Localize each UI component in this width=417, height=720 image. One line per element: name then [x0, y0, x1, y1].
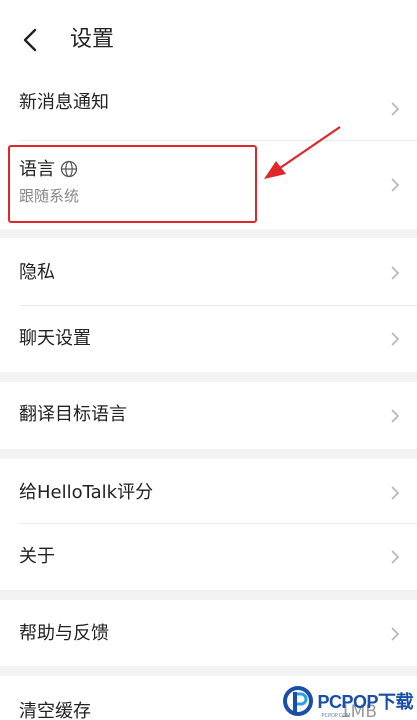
settings-item-privacy[interactable]: 隐私	[0, 238, 417, 305]
watermark-brand: PCPOP下载	[317, 692, 413, 712]
settings-item-label: 聊天设置	[19, 328, 91, 349]
pcpop-logo-icon	[283, 686, 314, 716]
chevron-right-icon	[391, 178, 400, 192]
settings-item-label: 隐私	[19, 262, 55, 283]
chevron-right-icon	[391, 409, 400, 423]
back-button[interactable]	[12, 22, 48, 58]
annotation-arrow-icon	[264, 126, 341, 179]
settings-item-about[interactable]: 关于	[0, 524, 417, 590]
section-gap	[0, 372, 417, 382]
settings-item-rate-app[interactable]: 给HelloTalk评分	[0, 459, 417, 523]
settings-item-label: 翻译目标语言	[19, 404, 127, 425]
section-gap	[0, 666, 417, 676]
watermark-sub: PCPOP.COM	[321, 713, 351, 719]
settings-item-chat-settings[interactable]: 聊天设置	[0, 306, 417, 372]
settings-item-label: 帮助与反馈	[19, 623, 109, 644]
settings-item-label: 新消息通知	[19, 92, 109, 113]
settings-item-label: 给HelloTalk评分	[19, 482, 154, 503]
settings-item-help[interactable]: 帮助与反馈	[0, 600, 417, 666]
chevron-right-icon	[391, 266, 400, 280]
annotation-highlight-box	[8, 145, 257, 223]
settings-item-translate-target[interactable]: 翻译目标语言	[0, 382, 417, 449]
chevron-right-icon	[391, 102, 400, 116]
settings-item-notifications[interactable]: 新消息通知	[0, 78, 417, 140]
chevron-right-icon	[391, 486, 400, 500]
section-gap	[0, 449, 417, 459]
section-gap	[0, 590, 417, 600]
section-gap	[0, 229, 417, 238]
chevron-right-icon	[391, 627, 400, 641]
chevron-right-icon	[391, 550, 400, 564]
chevron-left-icon	[23, 28, 37, 52]
settings-item-label: 清空缓存	[19, 701, 91, 720]
chevron-right-icon	[391, 332, 400, 346]
settings-item-label: 关于	[19, 546, 55, 567]
page-title: 设置	[70, 27, 115, 52]
top-bar: 设置	[0, 0, 417, 78]
watermark: PCPOP下载 PCPOP.COM	[283, 684, 413, 719]
